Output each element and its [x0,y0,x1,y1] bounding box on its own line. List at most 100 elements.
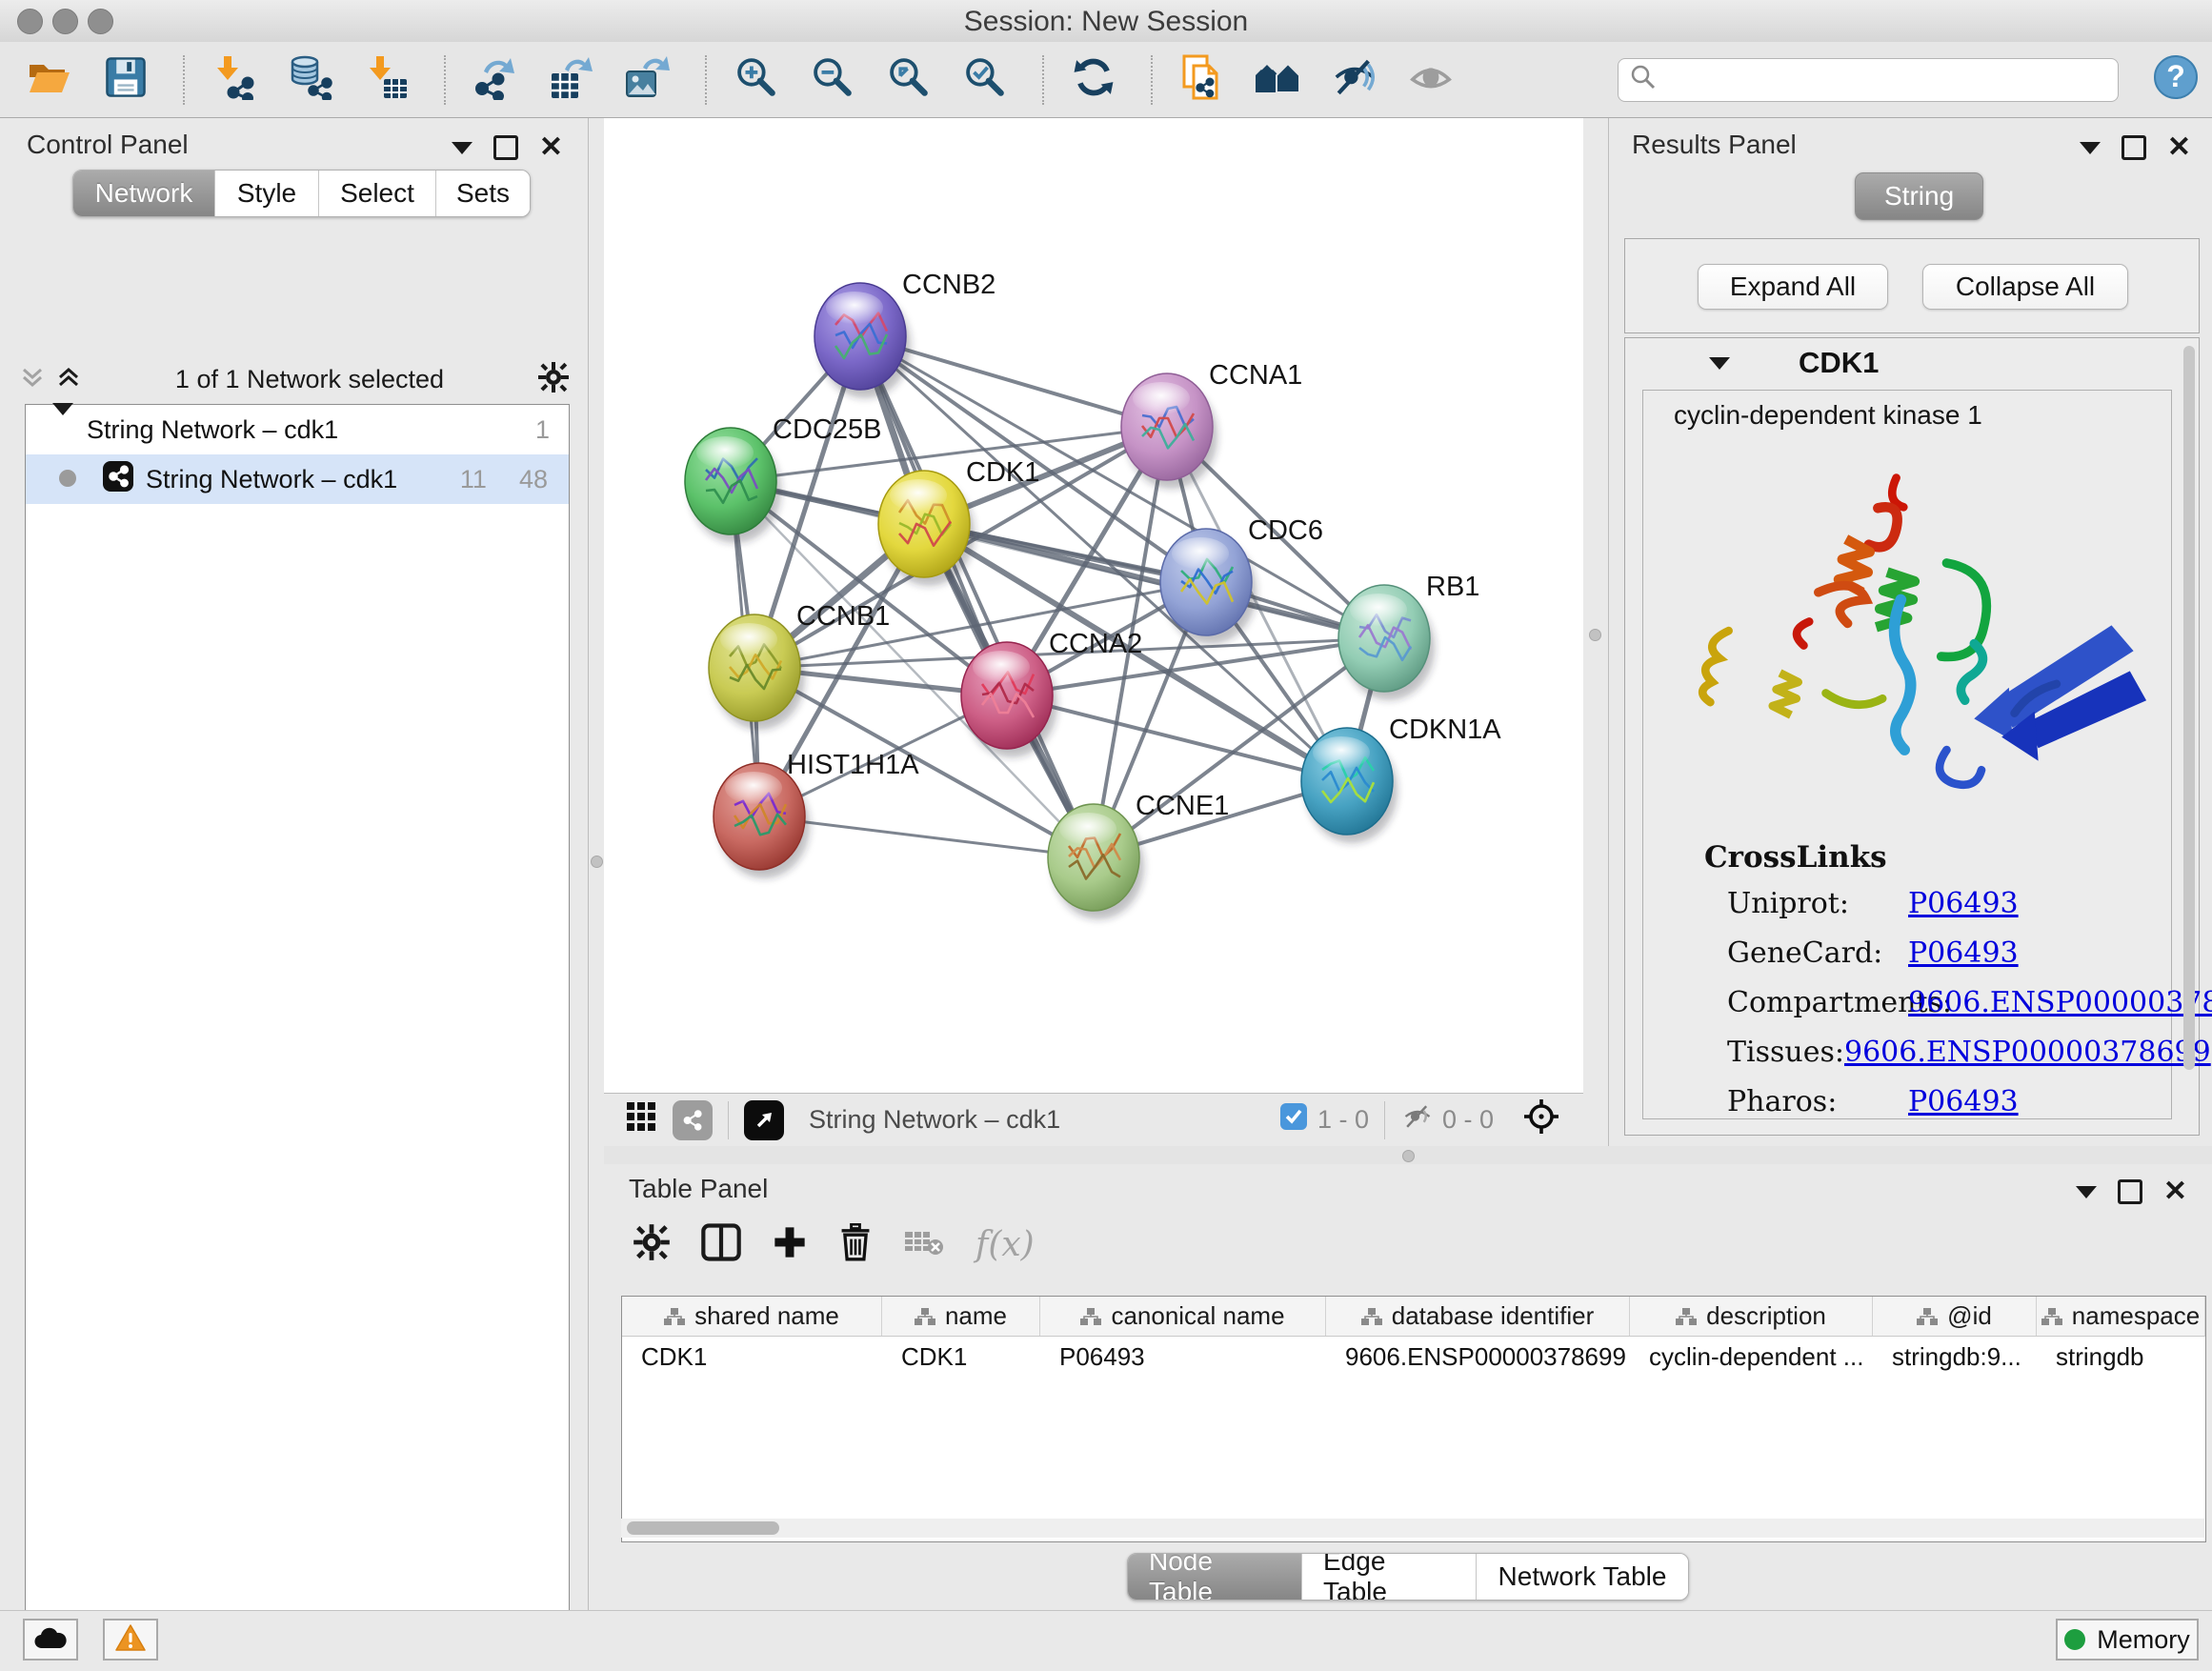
save-session-button[interactable] [101,53,151,107]
nodes-selected-checkbox[interactable] [1279,1102,1308,1137]
zoom-in-button[interactable] [732,53,781,107]
collapse-all-button[interactable]: Collapse All [1922,264,2128,310]
clone-network-button[interactable] [1177,53,1227,107]
column-header-0[interactable]: shared name [622,1297,882,1336]
fit-selected-crosshair-icon[interactable] [1522,1097,1560,1142]
node-ccnb1[interactable] [709,614,805,730]
delete-table-icon[interactable] [903,1226,945,1263]
table-cell[interactable]: CDK1 [882,1337,1040,1377]
results-panel-menu-caret[interactable] [2080,142,2101,154]
node-ccna2[interactable] [961,642,1057,757]
import-network-file-button[interactable] [210,53,259,107]
tab-sets[interactable]: Sets [436,171,530,216]
show-columns-icon[interactable] [701,1223,741,1266]
node-cdkn1a[interactable] [1301,728,1398,843]
add-column-icon[interactable] [772,1224,808,1265]
node-hist1h1a[interactable] [714,763,810,878]
export-network-button[interactable] [471,53,520,107]
zoom-fit-icon [887,55,931,104]
control-panel-menu-caret[interactable] [452,142,473,154]
left-splitter-handle[interactable] [591,856,603,868]
collection-caret-icon[interactable] [52,415,73,445]
table-panel-close-icon[interactable]: ✕ [2163,1182,2187,1201]
show-glass-effect-button[interactable] [1406,53,1456,107]
node-ccnb2[interactable] [814,283,911,398]
results-scrollbar[interactable] [2183,346,2195,1070]
table-settings-gear-icon[interactable] [633,1223,671,1266]
zoom-out-button[interactable] [808,53,857,107]
crosslink-value-link[interactable]: P06493 [1908,887,2019,920]
table-cell[interactable]: 9606.ENSP00000378699 [1326,1337,1630,1377]
column-header-6[interactable]: namespace [2037,1297,2205,1336]
help-button[interactable]: ? [2151,53,2201,107]
search-box[interactable] [1618,58,2119,102]
column-header-4[interactable]: description [1630,1297,1873,1336]
control-panel-close-icon[interactable]: ✕ [539,138,563,157]
network-collection-row[interactable]: String Network – cdk1 1 [26,405,569,454]
table-horizontal-scrollbar[interactable] [621,1519,2204,1538]
table-scrollbar-thumb[interactable] [627,1521,779,1535]
table-panel-float-icon[interactable] [2118,1179,2142,1204]
results-panel-close-icon[interactable]: ✕ [2167,138,2191,157]
export-table-button[interactable] [547,53,596,107]
hide-glass-effect-button[interactable] [1330,53,1379,107]
tab-style[interactable]: Style [215,171,319,216]
network-row[interactable]: String Network – cdk1 11 48 [26,454,569,504]
apply-layout-button[interactable] [1069,53,1118,107]
crosslink-value-link[interactable]: P06493 [1908,1085,2019,1118]
expand-all-networks-icon[interactable] [55,364,82,395]
column-header-3[interactable]: database identifier [1326,1297,1630,1336]
search-input[interactable] [1657,64,2106,95]
node-cdc25b[interactable] [685,428,781,543]
table-cell[interactable]: stringdb [2037,1337,2205,1377]
horizontal-splitter[interactable] [604,1146,2212,1164]
right-splitter-handle[interactable] [1589,629,1601,641]
network-canvas[interactable]: CCNB2CCNA1CDC25BCDK1CDC6RB1CCNB1CCNA2CDK… [604,118,1583,1093]
column-header-2[interactable]: canonical name [1040,1297,1326,1336]
results-panel-float-icon[interactable] [2122,135,2146,160]
column-header-1[interactable]: name [882,1297,1040,1336]
column-header-5[interactable]: @id [1873,1297,2037,1336]
function-builder-icon[interactable]: f(x) [975,1225,1035,1264]
tab-select[interactable]: Select [319,171,436,216]
tab-string[interactable]: String [1855,172,1983,220]
birds-eye-view-button[interactable] [744,1100,784,1140]
node-cdk1[interactable] [878,471,975,586]
zoom-selected-button[interactable] [960,53,1010,107]
import-network-database-button[interactable] [286,53,335,107]
cloud-status-button[interactable] [23,1619,78,1661]
gene-section-header[interactable]: CDK1 [1625,338,2199,388]
crosslink-value-link[interactable]: 9606.ENSP00000378699 [1908,986,2212,1019]
crosslink-value-link[interactable]: P06493 [1908,936,2019,970]
network-options-gear-icon[interactable] [537,361,570,398]
memory-button[interactable]: Memory [2056,1619,2199,1661]
table-panel-menu-caret[interactable] [2076,1186,2097,1198]
node-ccna1[interactable] [1121,373,1217,489]
tab-node-table[interactable]: Node Table [1128,1554,1302,1600]
network-share-view-button[interactable] [673,1100,713,1140]
tab-network[interactable]: Network [73,171,215,216]
show-all-networks-button[interactable] [1254,53,1303,107]
table-cell[interactable]: P06493 [1040,1337,1326,1377]
zoom-fit-button[interactable] [884,53,934,107]
node-cdc6[interactable] [1160,529,1257,644]
table-cell[interactable]: CDK1 [622,1337,882,1377]
tab-edge-table[interactable]: Edge Table [1302,1554,1477,1600]
node-ccne1[interactable] [1048,804,1144,919]
crosslink-value-link[interactable]: 9606.ENSP00000378699 [1844,1036,2211,1069]
tab-network-table[interactable]: Network Table [1477,1554,1688,1600]
open-session-button[interactable] [25,53,74,107]
gene-section-caret[interactable] [1709,357,1730,370]
export-image-button[interactable] [623,53,673,107]
table-cell[interactable]: cyclin-dependent ... [1630,1337,1873,1377]
import-table-button[interactable] [362,53,412,107]
expand-all-button[interactable]: Expand All [1698,264,1888,310]
grid-view-icon[interactable] [625,1100,657,1139]
control-panel-float-icon[interactable] [493,135,518,160]
collapse-all-networks-icon[interactable] [19,364,46,395]
node-rb1[interactable] [1338,585,1435,700]
horizontal-splitter-handle[interactable] [1402,1150,1415,1162]
warnings-button[interactable] [103,1619,158,1661]
delete-column-icon[interactable] [838,1223,873,1266]
table-cell[interactable]: stringdb:9... [1873,1337,2037,1377]
